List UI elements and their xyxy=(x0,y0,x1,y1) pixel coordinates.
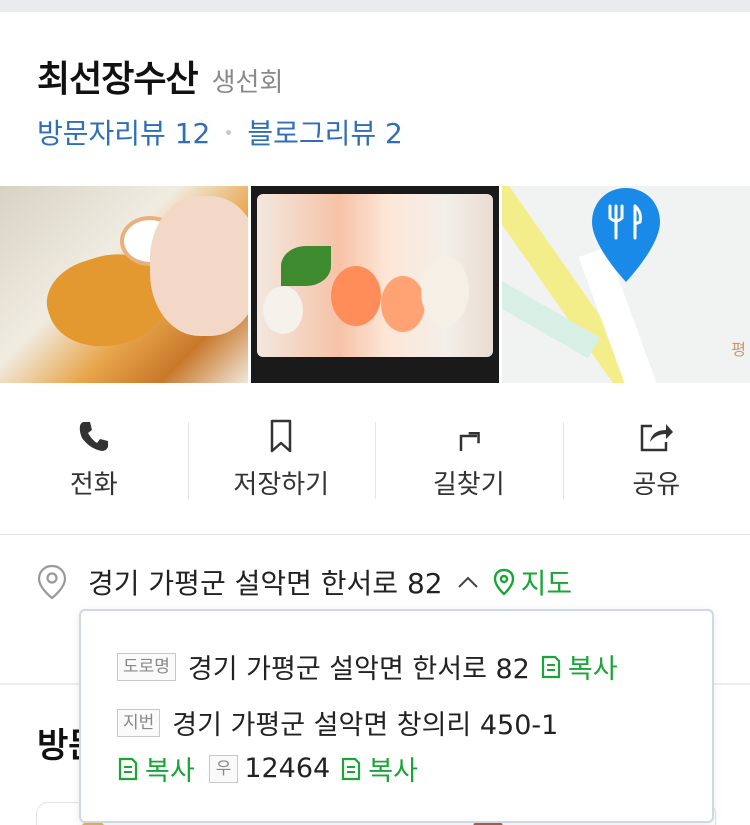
copy-icon xyxy=(118,757,138,780)
map-thumbnail[interactable]: 평 xyxy=(502,186,750,383)
zip-code: 12464 xyxy=(244,753,331,784)
action-bar: 전화 저장하기 길찾기 공유 xyxy=(0,385,750,535)
directions-button[interactable]: 길찾기 xyxy=(375,385,563,534)
share-button[interactable]: 공유 xyxy=(562,385,750,534)
share-icon xyxy=(641,424,674,452)
review-links: 방문자리뷰 12 블로그리뷰 2 xyxy=(37,112,403,152)
directions-label: 길찾기 xyxy=(432,470,505,500)
map-link-label: 지도 xyxy=(520,567,573,600)
zip-row: 복사 우 12464 복사 xyxy=(117,749,418,788)
lot-address-row: 지번 경기 가평군 설악면 창의리 450-1 xyxy=(117,703,558,742)
map-link[interactable]: 지도 xyxy=(493,562,573,602)
blog-reviews-link[interactable]: 블로그리뷰 2 xyxy=(247,112,403,152)
photo-strip: 평 xyxy=(0,186,750,383)
copy-label: 복사 xyxy=(567,654,618,685)
road-address-row: 도로명 경기 가평군 설악면 한서로 82 복사 xyxy=(117,647,618,686)
separator-dot xyxy=(226,129,232,135)
top-divider xyxy=(0,0,750,12)
zip-tag: 우 xyxy=(208,754,239,783)
bookmark-icon xyxy=(271,419,292,453)
copy-road-button[interactable]: 복사 xyxy=(540,647,618,686)
copy-label: 복사 xyxy=(368,756,418,787)
phone-icon xyxy=(79,422,108,451)
place-name: 최선장수산 xyxy=(37,59,199,100)
copy-icon xyxy=(541,655,560,678)
lot-tag: 지번 xyxy=(117,708,161,737)
road-tag: 도로명 xyxy=(117,652,176,681)
call-button[interactable]: 전화 xyxy=(0,385,188,534)
sushi-photo[interactable] xyxy=(251,186,499,383)
restaurant-pin-icon xyxy=(592,188,660,282)
address-detail-popup: 도로명 경기 가평군 설악면 한서로 82 복사 지번 경기 가평군 설악면 창… xyxy=(79,609,714,823)
place-category: 생선회 xyxy=(211,68,284,98)
copy-zip-button[interactable]: 복사 xyxy=(340,749,418,788)
copy-label: 복사 xyxy=(145,756,195,787)
visitor-reviews-link[interactable]: 방문자리뷰 12 xyxy=(37,112,210,152)
place-header: 최선장수산 생선회 xyxy=(37,50,283,102)
address-text[interactable]: 경기 가평군 설악면 한서로 82 xyxy=(88,562,443,602)
chevron-up-icon[interactable] xyxy=(457,575,479,589)
location-pin-icon xyxy=(37,564,67,600)
call-label: 전화 xyxy=(69,470,118,500)
address-row: 경기 가평군 설악면 한서로 82 지도 xyxy=(36,562,572,602)
map-pin-icon xyxy=(493,568,514,596)
map-label: 평 xyxy=(731,340,746,359)
save-button[interactable]: 저장하기 xyxy=(187,385,376,534)
food-photo[interactable] xyxy=(0,186,248,383)
copy-lot-button[interactable]: 복사 xyxy=(117,749,195,788)
share-label: 공유 xyxy=(632,470,681,500)
road-address: 경기 가평군 설악면 한서로 82 xyxy=(187,654,530,685)
lot-address: 경기 가평군 설악면 창의리 450-1 xyxy=(172,710,559,741)
copy-icon xyxy=(342,757,361,780)
save-label: 저장하기 xyxy=(233,470,330,500)
directions-icon xyxy=(459,432,480,451)
